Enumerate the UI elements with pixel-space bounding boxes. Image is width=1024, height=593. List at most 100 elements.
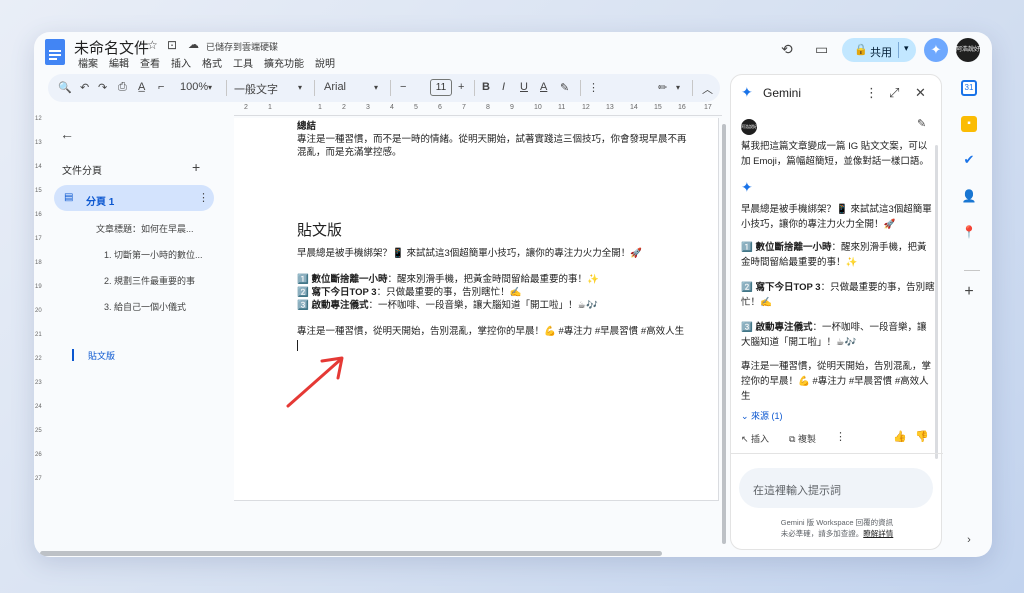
move-folder-icon[interactable]: ⊡ (167, 38, 177, 52)
collapse-toolbar-icon[interactable]: ︿ (702, 81, 713, 97)
docs-logo-icon[interactable] (45, 39, 65, 65)
search-menus-icon[interactable]: 🔍 (58, 81, 72, 94)
disclaimer-line: 未必準確，請多加查證。 (780, 529, 864, 538)
editing-mode-icon[interactable]: ✏ (658, 81, 667, 94)
menu-edit[interactable]: 編輯 (105, 55, 133, 70)
gemini-panel: ✦ Gemini ⋮ ⤢ ✕ 阿浩說好 ✎ 幫我把這篇文章變成一篇 IG 貼文文… (730, 74, 943, 550)
app-header: 未命名文件 ☆ ⊡ ☁ 已儲存到雲端硬碟 檔案 編輯 查看 插入 格式 工具 擴… (34, 32, 992, 72)
menu-extensions[interactable]: 擴充功能 (260, 55, 308, 70)
summary-heading: 總結 (297, 121, 317, 132)
close-icon[interactable]: ✕ (915, 85, 926, 101)
ruler-label: 19 (35, 284, 42, 290)
chevron-down-icon[interactable]: ▾ (904, 43, 909, 54)
chevron-down-icon[interactable]: ▾ (208, 83, 212, 92)
avatar[interactable]: 阿浩說好 (956, 38, 980, 62)
horizontal-scrollbar[interactable] (40, 551, 662, 556)
ruler-label: 27 (35, 476, 42, 482)
underline-icon[interactable]: U (520, 81, 528, 93)
increase-font-icon[interactable]: + (458, 81, 464, 93)
list-item: 3️⃣ 啟動專注儀式：一杯咖啡、一段音樂，讓大腦知道「開工啦」！☕🎶 (297, 300, 598, 311)
zoom-select[interactable]: 100% (180, 81, 208, 93)
insert-button[interactable]: ↖ 插入 (741, 432, 769, 445)
tab-options-icon[interactable]: ⋮ (198, 191, 209, 204)
prompt-input[interactable]: 在這裡輸入提示詞 (739, 468, 933, 508)
bold-icon[interactable]: B (482, 81, 490, 93)
vertical-ruler[interactable]: 12 13 14 15 16 17 18 19 20 21 22 23 24 2… (34, 116, 46, 532)
chevron-down-icon[interactable]: ▾ (374, 83, 378, 92)
share-button[interactable]: 🔒 共用 ▾ (842, 38, 916, 62)
menu-insert[interactable]: 插入 (167, 55, 195, 70)
thumbs-up-icon[interactable]: 👍 (893, 430, 907, 443)
more-options-icon[interactable]: ⋮ (865, 85, 878, 101)
chevron-down-icon[interactable]: ▾ (676, 83, 680, 92)
user-prompt: 幫我把這篇文章變成一篇 IG 貼文文案，可以加 Emoji，篇幅超簡短，並像對話… (741, 141, 929, 167)
more-options-icon[interactable]: ⋮ (835, 430, 846, 443)
ruler-label: 17 (35, 236, 42, 242)
ruler-label: 25 (35, 428, 42, 434)
history-icon[interactable]: ⟲ (781, 41, 793, 58)
horizontal-ruler[interactable]: 2 1 1 2 3 4 5 6 7 8 9 10 11 12 13 14 15 … (234, 104, 722, 116)
ruler-label: 4 (390, 104, 394, 111)
disclaimer-line: Gemini 版 Workspace 回覆的資訊 (780, 518, 894, 527)
copy-icon: ⧉ (789, 434, 798, 444)
gemini-button[interactable]: ✦ (924, 38, 948, 62)
add-tab-icon[interactable]: + (192, 159, 200, 175)
panel-scrollbar[interactable] (935, 145, 938, 459)
more-options-icon[interactable]: ⋮ (588, 81, 599, 94)
tabs-section-label: 文件分頁 (62, 166, 102, 177)
calendar-icon[interactable]: 31 (961, 80, 977, 96)
add-ons-plus-icon[interactable]: + (961, 284, 977, 300)
highlight-icon[interactable]: ✎ (560, 81, 569, 94)
font-select[interactable]: Arial (324, 81, 346, 93)
expand-icon[interactable]: ⤢ (889, 85, 899, 101)
sources-toggle[interactable]: ⌄ 來源 (1) (741, 409, 783, 422)
undo-icon[interactable]: ↶ (80, 81, 89, 94)
redo-icon[interactable]: ↷ (98, 81, 107, 94)
italic-icon[interactable]: I (502, 81, 505, 93)
chevron-down-icon[interactable]: ▾ (298, 83, 302, 92)
ruler-label: 8 (486, 104, 490, 111)
document-tabs-sidebar: ← 文件分頁 + ▤ 分頁 1 ⋮ 文章標題：如何在早晨... 1. 切斷第一小… (48, 118, 234, 538)
menu-format[interactable]: 格式 (198, 55, 226, 70)
copy-button[interactable]: ⧉ 複製 (789, 432, 816, 445)
ruler-label: 3 (366, 104, 370, 111)
outline-item[interactable]: 1. 切斷第一小時的數位... (104, 248, 203, 261)
tab-page-1[interactable]: ▤ 分頁 1 ⋮ (54, 185, 214, 211)
ruler-label: 18 (35, 260, 42, 266)
maps-icon[interactable]: 📍 (961, 224, 977, 240)
document-page[interactable]: 總結 專注是一種習慣，而不是一時的情緒。從明天開始，試著實踐這三個技巧，你會發現… (234, 118, 719, 501)
tasks-icon[interactable]: ✔ (961, 152, 977, 168)
formatting-toolbar: 🔍 ↶ ↷ ⎙ A̲ ⌐ 100% ▾ 一般文字 ▾ Arial ▾ − 11 … (48, 74, 720, 102)
edit-prompt-icon[interactable]: ✎ (917, 117, 926, 130)
star-icon[interactable]: ☆ (147, 38, 158, 52)
menu-tools[interactable]: 工具 (229, 55, 257, 70)
style-select[interactable]: 一般文字 (234, 81, 278, 97)
ruler-label: 1 (318, 104, 322, 111)
print-icon[interactable]: ⎙ (118, 81, 127, 94)
menu-help[interactable]: 說明 (311, 55, 339, 70)
ruler-label: 6 (438, 104, 442, 111)
outline-item[interactable]: 文章標題：如何在早晨... (96, 222, 194, 235)
list-item: 2️⃣ 寫下今日TOP 3：只做最重要的事，告別瞎忙！✍️ (297, 287, 522, 298)
cloud-saved-icon[interactable]: ☁ (188, 38, 199, 51)
decrease-font-icon[interactable]: − (400, 81, 406, 93)
gemini-title: Gemini (763, 86, 802, 100)
document-scrollbar[interactable] (722, 124, 728, 544)
keep-icon[interactable]: ▪ (961, 116, 977, 132)
paint-format-icon[interactable]: ⌐ (158, 81, 164, 93)
chevron-right-icon[interactable]: › (961, 532, 977, 548)
comment-icon[interactable]: ▭ (815, 41, 828, 58)
outline-item[interactable]: 2. 規劃三件最重要的事 (104, 274, 195, 287)
spellcheck-icon[interactable]: A̲ (138, 81, 145, 93)
learn-more-link[interactable]: 瞭解詳情 (863, 529, 893, 538)
font-size-input[interactable]: 11 (430, 79, 452, 96)
outline-item-active[interactable]: 貼文版 (88, 349, 115, 362)
menu-file[interactable]: 檔案 (74, 55, 102, 70)
thumbs-down-icon[interactable]: 👎 (915, 430, 929, 443)
outline-item[interactable]: 3. 給自己一個小儀式 (104, 300, 186, 313)
text-color-icon[interactable]: A (540, 81, 547, 93)
back-arrow-icon[interactable]: ← (60, 126, 74, 142)
contacts-icon[interactable]: 👤 (961, 188, 977, 204)
summary-line: 混亂，而是充滿掌控感。 (297, 147, 402, 158)
menu-view[interactable]: 查看 (136, 55, 164, 70)
